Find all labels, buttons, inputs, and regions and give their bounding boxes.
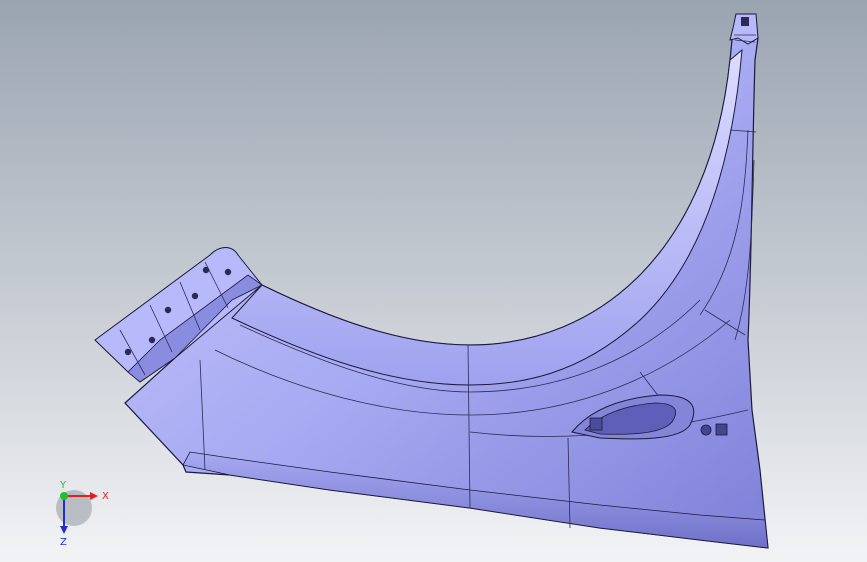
- orientation-triad: X Y Z: [56, 480, 109, 548]
- z-axis-arrowhead: [60, 526, 68, 534]
- graphics-viewport[interactable]: [0, 0, 867, 562]
- bracket-hole-1: [124, 348, 132, 356]
- fender-model[interactable]: [94, 13, 769, 549]
- y-axis-label: Y: [59, 480, 67, 491]
- indicator-clip: [589, 417, 603, 431]
- mount-hole-1: [700, 424, 712, 436]
- y-axis-dot: [60, 492, 68, 500]
- bracket-hole-4: [191, 292, 199, 300]
- mount-hole-2: [715, 423, 728, 436]
- bracket-hole-6: [224, 268, 232, 276]
- bracket-hole-3: [164, 306, 172, 314]
- top-tab-slot: [741, 17, 749, 26]
- bracket-hole-5: [202, 266, 210, 274]
- z-axis-label: Z: [60, 537, 67, 548]
- x-axis-arrowhead: [90, 492, 98, 500]
- bracket-hole-2: [148, 336, 156, 344]
- x-axis-label: X: [102, 491, 109, 502]
